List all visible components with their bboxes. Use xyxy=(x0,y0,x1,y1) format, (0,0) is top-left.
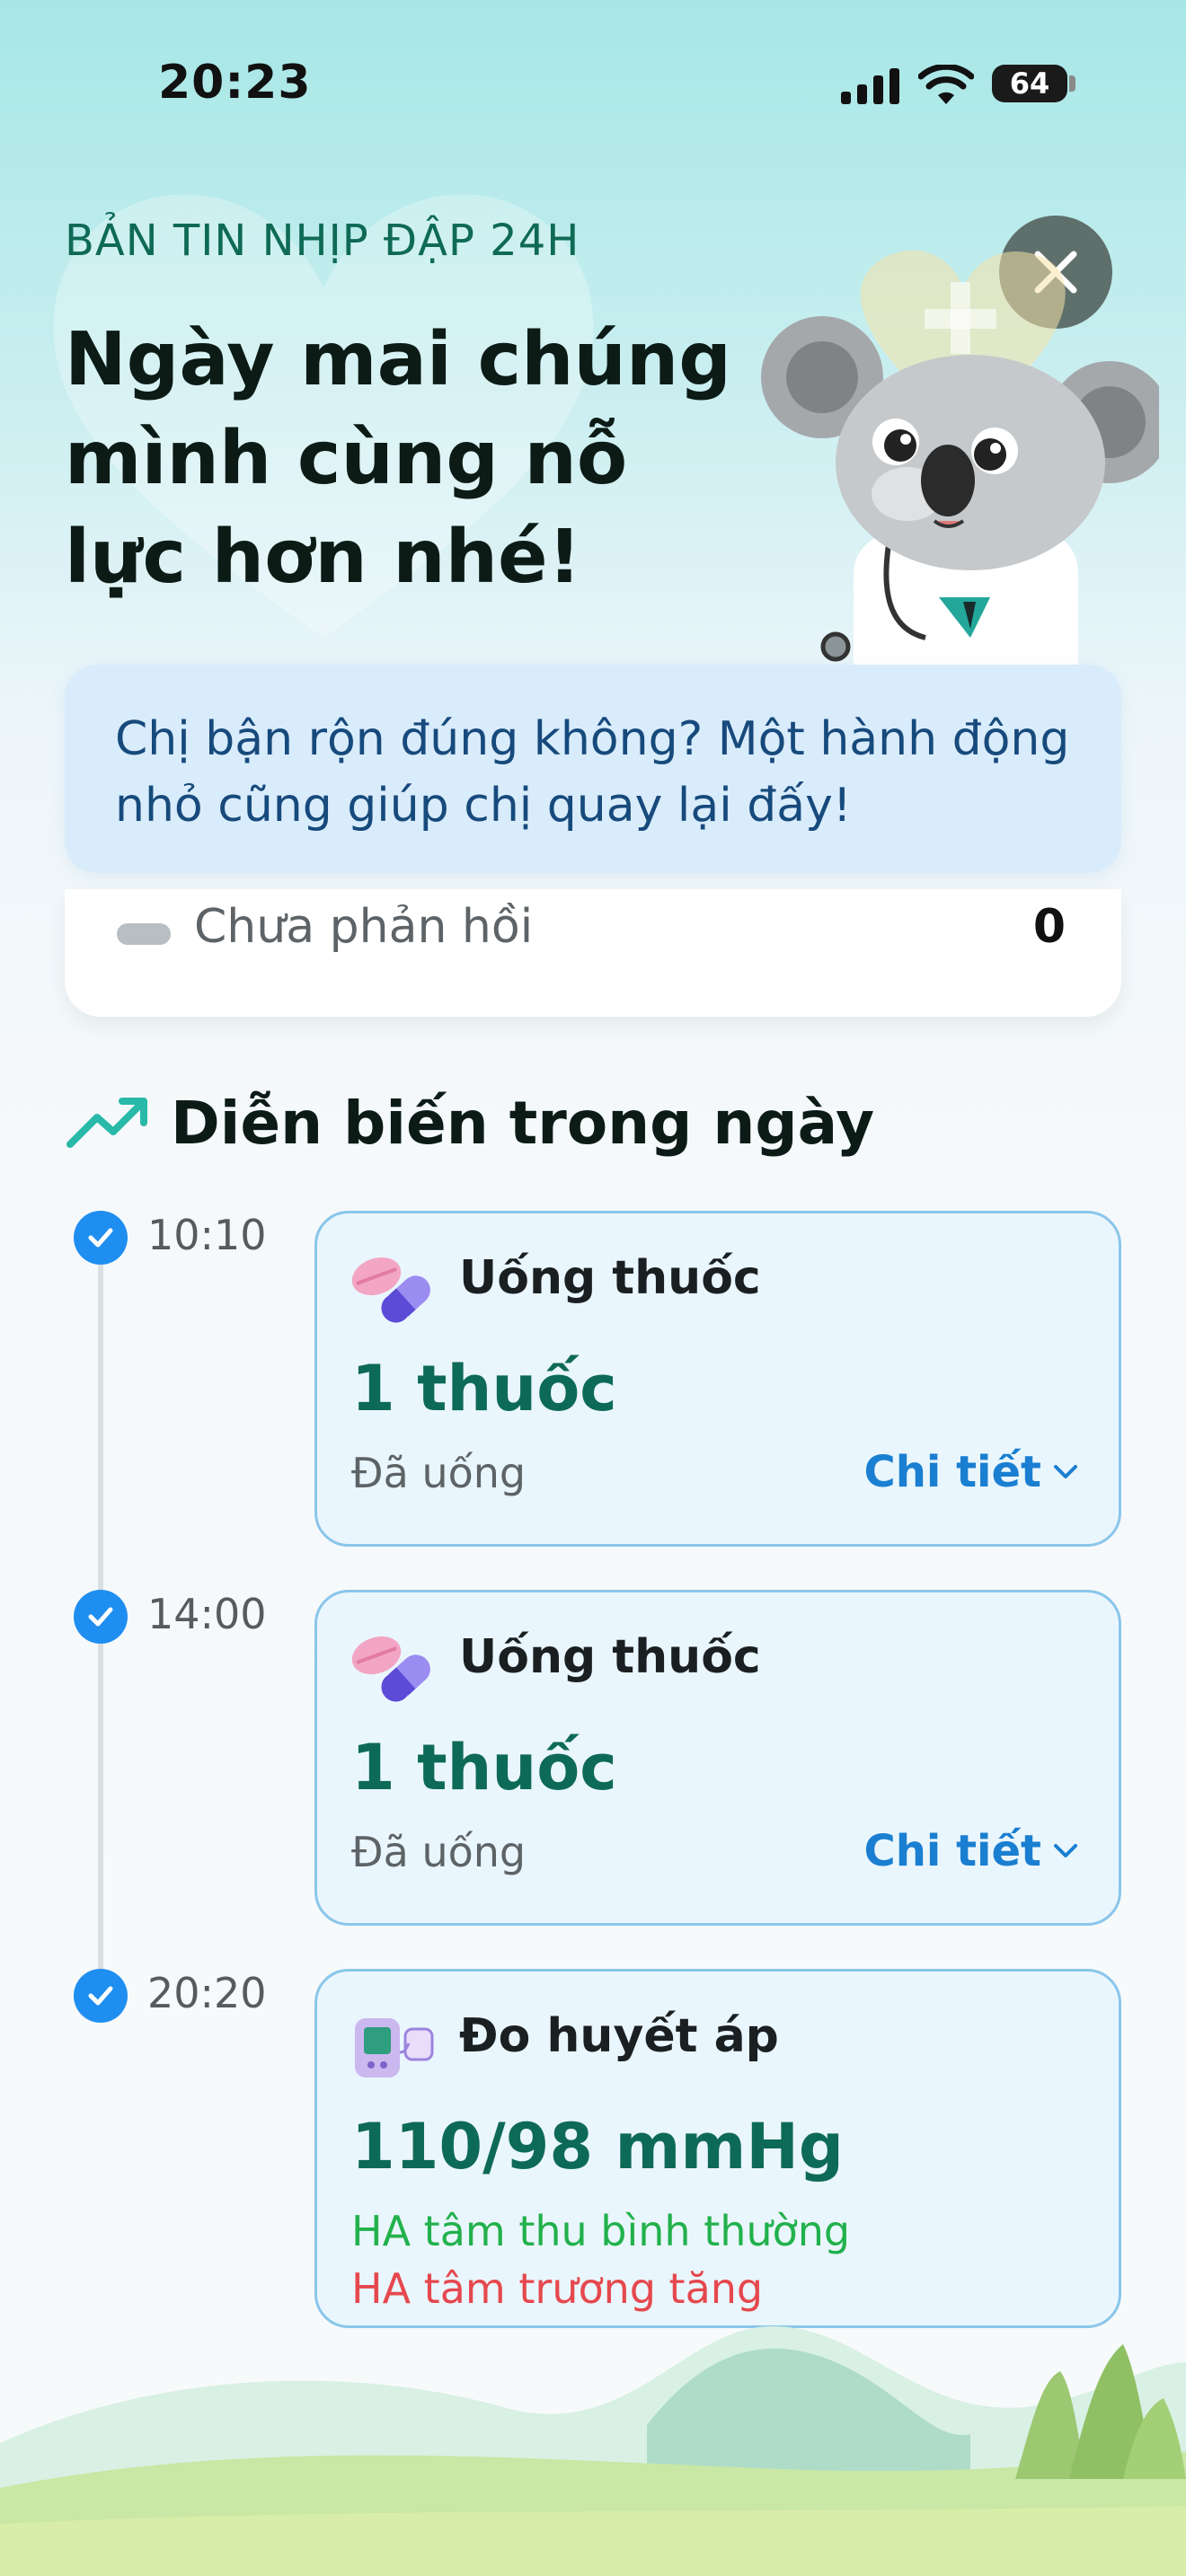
battery-cap xyxy=(1069,75,1075,92)
timeline-check-icon xyxy=(74,1590,128,1644)
koala-doctor-mascot xyxy=(761,250,1159,674)
pill-icon xyxy=(351,1636,430,1702)
status-time: 20:23 xyxy=(158,56,312,110)
timeline-time: 14:00 xyxy=(147,1590,267,1638)
timeline-check-icon xyxy=(74,1969,128,2023)
battery-level: 64 xyxy=(1009,66,1050,101)
card-title: Uống thuốc xyxy=(459,1251,761,1305)
summary-card: Chưa phản hồi 0 xyxy=(65,889,1121,1017)
medication-card[interactable]: Uống thuốc 1 thuốc Đã uống Chi tiết xyxy=(314,1211,1121,1547)
details-link[interactable]: Chi tiết xyxy=(864,1447,1079,1497)
no-response-count: 0 xyxy=(1032,900,1066,954)
timeline-time: 10:10 xyxy=(147,1211,267,1259)
report-eyebrow: BẢN TIN NHỊP ĐẬP 24H xyxy=(65,216,580,266)
section-title: Diễn biến trong ngày xyxy=(171,1089,875,1158)
card-status: Đã uống xyxy=(351,1449,527,1497)
card-value: 1 thuốc xyxy=(351,1352,617,1425)
card-title: Uống thuốc xyxy=(459,1630,761,1684)
details-link-label: Chi tiết xyxy=(863,1447,1041,1497)
blood-pressure-value: 110/98 mmHg xyxy=(351,2110,845,2183)
card-value: 1 thuốc xyxy=(351,1731,617,1804)
no-response-legend-dot xyxy=(117,923,171,945)
blood-pressure-card[interactable]: Đo huyết áp 110/98 mmHg HA tâm thu bình … xyxy=(314,1969,1121,2328)
encouragement-tip: Chị bận rộn đúng không? Một hành động nh… xyxy=(65,665,1121,873)
pill-icon xyxy=(351,1257,430,1323)
cellular-signal-icon xyxy=(841,68,899,104)
tip-text: Chị bận rộn đúng không? Một hành động nh… xyxy=(115,712,1070,833)
chevron-down-icon xyxy=(1054,1465,1077,1478)
trend-up-icon xyxy=(66,1098,147,1148)
landscape-background xyxy=(0,2326,1186,2576)
timeline-check-icon xyxy=(74,1211,128,1265)
wifi-icon xyxy=(918,65,974,104)
no-response-label: Chưa phản hồi xyxy=(194,900,534,954)
details-link-label: Chi tiết xyxy=(863,1826,1041,1876)
timeline-time: 20:20 xyxy=(147,1969,267,2017)
details-link[interactable]: Chi tiết xyxy=(864,1826,1079,1876)
card-title: Đo huyết áp xyxy=(459,2009,779,2063)
chevron-down-icon xyxy=(1054,1844,1077,1857)
systolic-status: HA tâm thu bình thường xyxy=(351,2207,851,2255)
blood-pressure-monitor-icon xyxy=(355,2018,434,2078)
medication-card[interactable]: Uống thuốc 1 thuốc Đã uống Chi tiết xyxy=(314,1590,1121,1926)
page-headline: Ngày mai chúng mình cùng nỗ lực hơn nhé! xyxy=(65,317,732,600)
diastolic-status: HA tâm trương tăng xyxy=(351,2264,764,2313)
card-status: Đã uống xyxy=(351,1828,527,1876)
